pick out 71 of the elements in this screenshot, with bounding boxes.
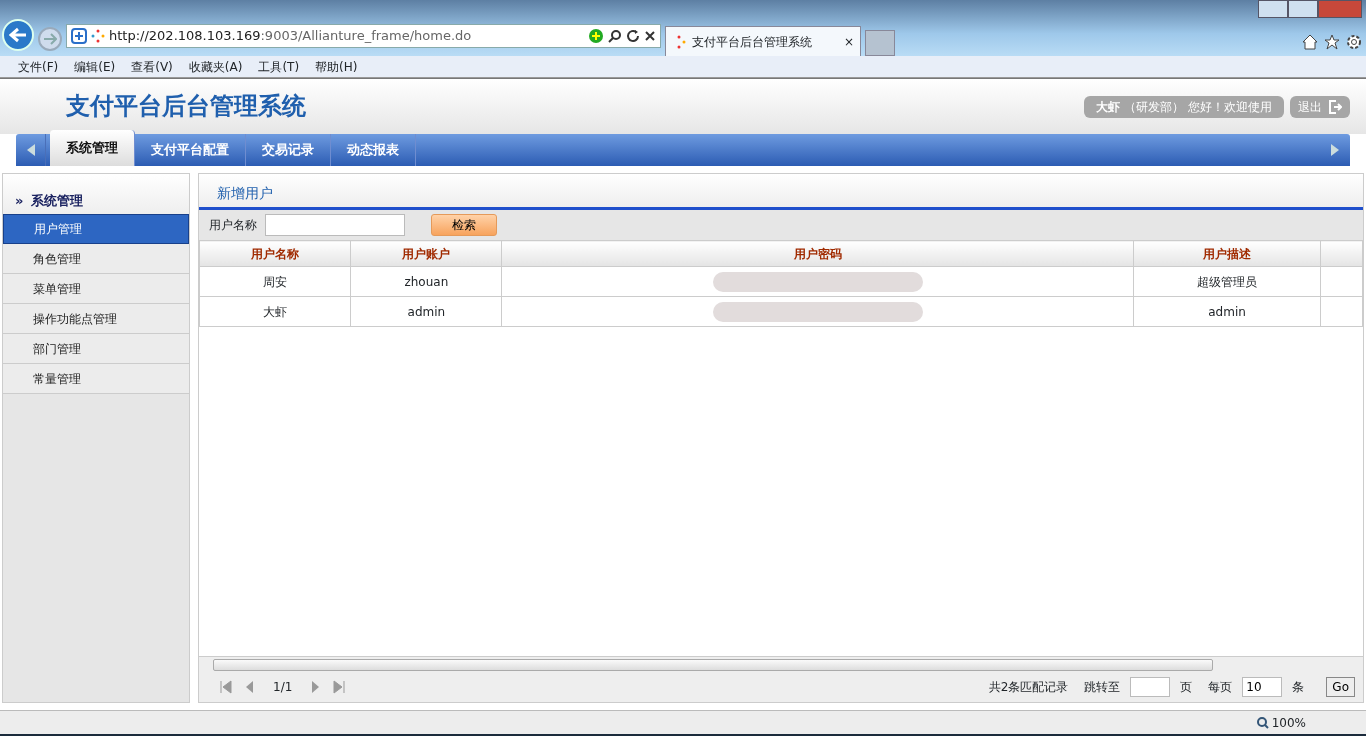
menu-item[interactable]: 工具(T) [258, 57, 300, 76]
url-text: http://202.108.103.169:9003/Allianture_frame/home.do [109, 27, 473, 46]
page-unit: 页 [1180, 679, 1193, 696]
sidebar-heading: 系统管理 [31, 191, 84, 210]
table-cell: 超级管理员 [1197, 274, 1258, 289]
settings-icon[interactable] [1346, 34, 1362, 50]
user-info: 大虾 （研发部） 您好！欢迎使用 [1084, 95, 1284, 118]
tab-close-button[interactable]: × [843, 32, 854, 51]
zoom-control[interactable]: 100% [1256, 713, 1306, 732]
magnifier-icon [1256, 716, 1269, 729]
menu-item[interactable]: 帮助(H) [315, 57, 358, 76]
sidebar-item[interactable]: 常量管理 [3, 364, 189, 394]
nav-tab[interactable]: 交易记录 [246, 134, 331, 166]
per-page-unit: 条 [1292, 679, 1305, 696]
browser-tab[interactable]: 支付平台后台管理系统 × [665, 26, 861, 56]
nav-tab[interactable]: 系统管理 [50, 130, 135, 166]
table-cell: 大虾 [263, 304, 288, 319]
home-icon[interactable] [1302, 34, 1318, 50]
search-label: 用户名称 [209, 217, 257, 234]
sidebar-item[interactable]: 操作功能点管理 [3, 304, 189, 334]
minimize-button[interactable] [1258, 0, 1288, 18]
refresh-icon[interactable] [626, 29, 640, 43]
nav-tab[interactable]: 动态报表 [331, 134, 416, 166]
column-header: 用户描述 [1133, 240, 1321, 267]
sidebar-item[interactable]: 部门管理 [3, 334, 189, 364]
nav-tab[interactable]: 支付平台配置 [135, 134, 246, 166]
left-arrow-icon[interactable] [25, 143, 36, 157]
table-cell: admin [1208, 304, 1246, 319]
restore-button[interactable] [1288, 0, 1318, 18]
search-field[interactable] [265, 214, 405, 236]
new-tab-button[interactable] [865, 30, 895, 56]
table-cell: zhouan [404, 274, 449, 289]
record-count: 共2条匹配记录 [988, 679, 1069, 696]
scrollbar-thumb[interactable] [213, 658, 1213, 671]
per-page-label: 每页 [1208, 679, 1233, 696]
sidebar-item[interactable]: 菜单管理 [3, 274, 189, 304]
column-header: 用户名称 [199, 240, 351, 267]
page-input[interactable] [1130, 677, 1171, 697]
forward-button[interactable] [38, 27, 62, 51]
sidebar-item[interactable]: 用户管理 [3, 214, 189, 244]
back-arrow-icon [9, 27, 27, 43]
right-arrow-icon[interactable] [1330, 143, 1340, 157]
per-page-input[interactable]: 10 [1242, 677, 1283, 697]
back-button[interactable] [2, 19, 34, 51]
app-title: 支付平台后台管理系统 [66, 92, 306, 121]
column-header: 用户密码 [501, 240, 1134, 267]
go-button[interactable]: Go [1326, 677, 1355, 697]
menu-item[interactable]: 编辑(E) [74, 57, 116, 76]
search-button[interactable]: 检索 [431, 214, 497, 236]
shield-icon[interactable] [71, 28, 87, 44]
exit-icon [1328, 99, 1342, 114]
sidebar-item[interactable]: 角色管理 [3, 244, 189, 274]
star-icon[interactable] [1324, 34, 1340, 50]
search-icon[interactable] [608, 29, 622, 43]
address-bar[interactable]: http://202.108.103.169:9003/Allianture_frame/home.do [66, 24, 661, 48]
stop-icon[interactable] [644, 30, 656, 42]
forward-arrow-icon [43, 33, 57, 45]
loading-icon [91, 29, 105, 43]
page-indicator: 1/1 [273, 679, 293, 696]
panel-tab[interactable]: 新增用户 [217, 183, 273, 207]
jump-label: 跳转至 [1084, 679, 1121, 696]
table-cell: admin [407, 304, 446, 319]
table-cell: 周安 [263, 274, 288, 289]
menu-item[interactable]: 查看(V) [131, 57, 173, 76]
tab-title: 支付平台后台管理系统 [692, 33, 813, 51]
column-header: 用户账户 [350, 240, 502, 267]
chevron-icon: » [15, 190, 24, 210]
last-page-icon[interactable] [332, 680, 347, 694]
menu-item[interactable]: 文件(F) [18, 57, 59, 76]
first-page-icon[interactable] [219, 680, 233, 694]
menu-item[interactable]: 收藏夹(A) [188, 57, 243, 76]
